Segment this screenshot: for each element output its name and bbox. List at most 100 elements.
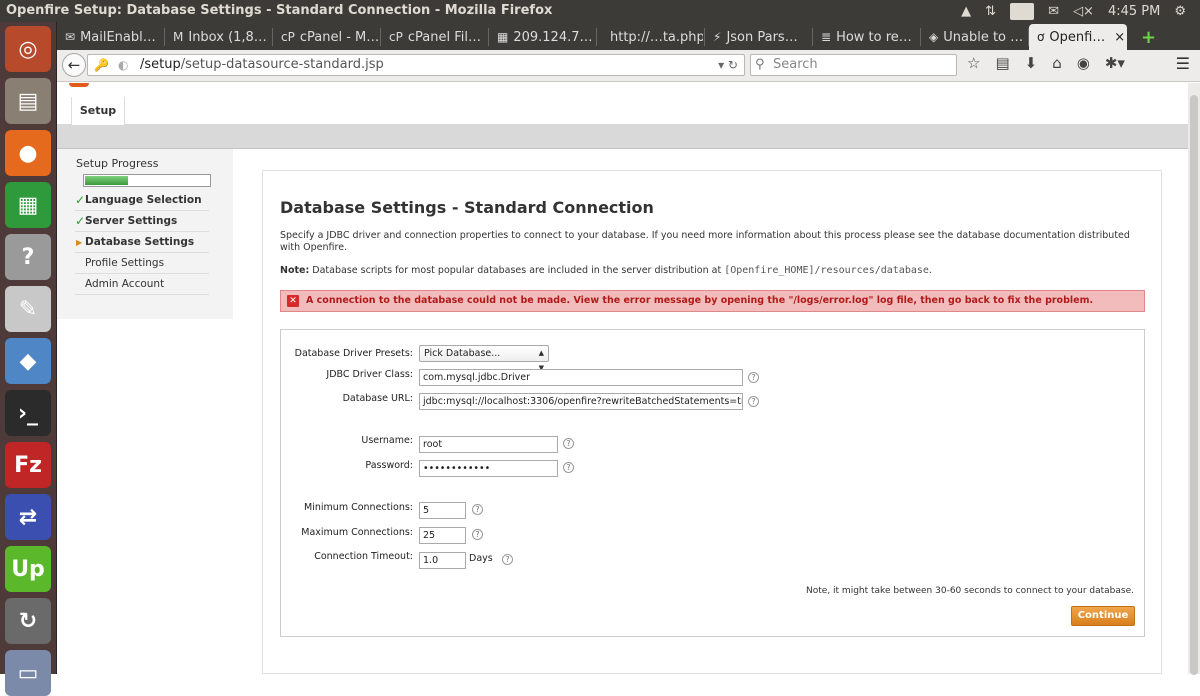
intro-text: Specify a JDBC driver and connection pro… — [280, 230, 1130, 253]
display-settings-icon[interactable]: ▭ — [5, 650, 51, 696]
password-input[interactable]: •••••••••••• — [419, 460, 558, 477]
browser-tab-5[interactable]: ▦ 209.124.7… — [489, 24, 595, 50]
tab-label: MailEnabl… — [80, 29, 156, 45]
page-title: Database Settings - Standard Connection — [280, 198, 654, 217]
help-icon[interactable]: ? — [5, 234, 51, 280]
mail-icon[interactable]: ✉ — [1048, 4, 1059, 19]
setup-step-3: ▶ Database Settings — [75, 232, 209, 253]
volume-icon[interactable]: ◁× — [1073, 4, 1094, 19]
clock[interactable]: 4:45 PM — [1108, 4, 1160, 19]
page-scrollbar[interactable] — [1188, 83, 1200, 675]
tab-label: cPanel Fil… — [407, 29, 481, 45]
jdbc-driver-class-input[interactable]: com.mysql.jdbc.Driver — [419, 369, 743, 386]
tab-label: http://…ta.php — [610, 29, 703, 45]
network-status-icon[interactable]: ▲ — [961, 4, 971, 19]
transfer-arrows-icon[interactable]: ⇅ — [985, 4, 996, 19]
timeout-unit-label: Days — [469, 553, 493, 564]
username-input[interactable]: root — [419, 436, 558, 453]
terminal-icon[interactable]: ›_ — [5, 390, 51, 436]
download-icon[interactable]: ⬇ — [1025, 54, 1038, 72]
setup-step-label: Language Selection — [85, 194, 202, 206]
url-rest: /setup-datasource-standard.jsp — [180, 57, 384, 72]
window-title: Openfire Setup: Database Settings - Stan… — [6, 3, 553, 18]
completed-check-icon: ✓ — [75, 214, 86, 228]
max-connections-help-icon[interactable]: ? — [472, 529, 483, 540]
setup-step-2: ✓ Server Settings — [75, 211, 209, 232]
reading-list-icon[interactable]: ▤ — [995, 54, 1009, 72]
browser-tab-4[interactable]: cP cPanel Fil… — [381, 24, 487, 50]
tab-label: Openfi… — [1049, 29, 1106, 45]
site-info-icon[interactable]: ◐ — [118, 55, 128, 75]
tab-favicon-icon: ▦ — [497, 30, 509, 44]
browser-tab-1[interactable]: ✉ MailEnabl… — [57, 24, 163, 50]
browser-tab-3[interactable]: cP cPanel - M… — [273, 24, 379, 50]
connection-timeout-input[interactable]: 1.0 — [419, 552, 466, 569]
continue-button[interactable]: Continue — [1071, 606, 1135, 626]
max-connections-input[interactable]: 25 — [419, 527, 466, 544]
error-icon: ✕ — [287, 295, 299, 307]
setup-step-label: Database Settings — [85, 236, 195, 248]
min-connections-input[interactable]: 5 — [419, 502, 466, 519]
power-gear-icon[interactable]: ⚙ — [1174, 4, 1186, 19]
unity-launcher: ◎ ▤ ● ▦? ✎ ◆ ›_ Fz ⇄ Up ↻ ▭ — [0, 22, 57, 696]
setup-steps-list: ✓ Language Selection ✓ Server Settings ▶ Data… — [75, 190, 209, 295]
browser-tab-10[interactable]: ơ Openfi… × — [1029, 24, 1127, 50]
hamburger-menu-icon[interactable]: ☰ — [1176, 54, 1190, 73]
max-connections-label: Maximum Connections: — [301, 527, 413, 538]
setup-step-1: ✓ Language Selection — [75, 190, 209, 211]
site-identity-icon[interactable]: 🔑 — [94, 55, 109, 75]
connection-timeout-help-icon[interactable]: ? — [502, 554, 513, 565]
browser-tab-9[interactable]: ◈ Unable to … — [921, 24, 1027, 50]
min-connections-label: Minimum Connections: — [304, 502, 413, 513]
setup-progress-title: Setup Progress — [76, 157, 159, 170]
search-placeholder: Search — [773, 57, 818, 72]
browser-tab-6[interactable]: http://…ta.php — [597, 24, 703, 50]
tab-label: Inbox (1,8… — [188, 29, 267, 45]
database-url-input[interactable]: jdbc:mysql://localhost:3306/openfire?rew… — [419, 393, 743, 410]
new-tab-plus-icon[interactable]: + — [1133, 24, 1163, 50]
addon-icon[interactable]: ✱▾ — [1105, 54, 1125, 72]
files-icon[interactable]: ▤ — [5, 78, 51, 124]
browser-tab-8[interactable]: ≣ How to re… — [813, 24, 919, 50]
ubuntu-dash-icon[interactable]: ◎ — [5, 26, 51, 72]
jdbc-driver-help-icon[interactable]: ? — [748, 372, 759, 383]
setup-nav-bar: Setup — [57, 97, 1188, 125]
virtualbox-icon[interactable]: ◆ — [5, 338, 51, 384]
password-help-icon[interactable]: ? — [563, 462, 574, 473]
page-content: Setup Setup Progress ✓ Language Selection… — [57, 83, 1188, 674]
tab-label: Json Pars… — [726, 29, 798, 45]
home-icon[interactable]: ⌂ — [1052, 54, 1062, 72]
filezilla-icon[interactable]: Fz — [5, 442, 51, 488]
update-manager-icon[interactable]: ↻ — [5, 598, 51, 644]
note-body: Database scripts for most popular databa… — [312, 265, 722, 276]
driver-presets-select[interactable]: Pick Database... ▲ ▼ — [419, 345, 549, 372]
upwork-icon[interactable]: Up — [5, 546, 51, 592]
browser-tab-7[interactable]: ⚡ Json Pars… — [705, 24, 811, 50]
tab-label: 209.124.7… — [513, 29, 593, 45]
system-tray: ▲ ⇅ En ✉ ◁× 4:45 PM ⚙ — [961, 0, 1200, 22]
tab-close-icon[interactable]: × — [1114, 30, 1125, 45]
chat-icon[interactable]: ◉ — [1077, 54, 1090, 72]
min-connections-help-icon[interactable]: ? — [472, 504, 483, 515]
username-label: Username: — [361, 435, 413, 446]
url-bar[interactable]: 🔑 ◐ /setup/setup-datasource-standard.jsp… — [87, 54, 745, 76]
text-editor-icon[interactable]: ✎ — [5, 286, 51, 332]
search-input[interactable]: ⚲ Search — [750, 54, 957, 76]
network-tool-icon[interactable]: ⇄ — [5, 494, 51, 540]
database-url-help-icon[interactable]: ? — [748, 396, 759, 407]
tab-label: Unable to … — [943, 29, 1024, 45]
tab-setup[interactable]: Setup — [71, 97, 125, 125]
keyboard-language-indicator[interactable]: En — [1010, 2, 1035, 20]
setup-step-4: Profile Settings — [75, 253, 209, 274]
scrollbar-thumb[interactable] — [1190, 95, 1198, 675]
back-button[interactable]: ← — [62, 53, 86, 77]
setup-progress-bar — [83, 174, 211, 187]
firefox-icon[interactable]: ● — [5, 130, 51, 176]
tab-label: cPanel - M… — [299, 29, 379, 45]
bookmark-star-icon[interactable]: ☆ — [967, 54, 980, 72]
libreoffice-calc-icon[interactable]: ▦ — [5, 182, 51, 228]
username-help-icon[interactable]: ? — [563, 438, 574, 449]
reload-icon[interactable]: ▾ ↻ — [718, 55, 738, 75]
browser-tab-2[interactable]: M Inbox (1,8… — [165, 24, 271, 50]
setup-step-label: Admin Account — [85, 278, 165, 290]
